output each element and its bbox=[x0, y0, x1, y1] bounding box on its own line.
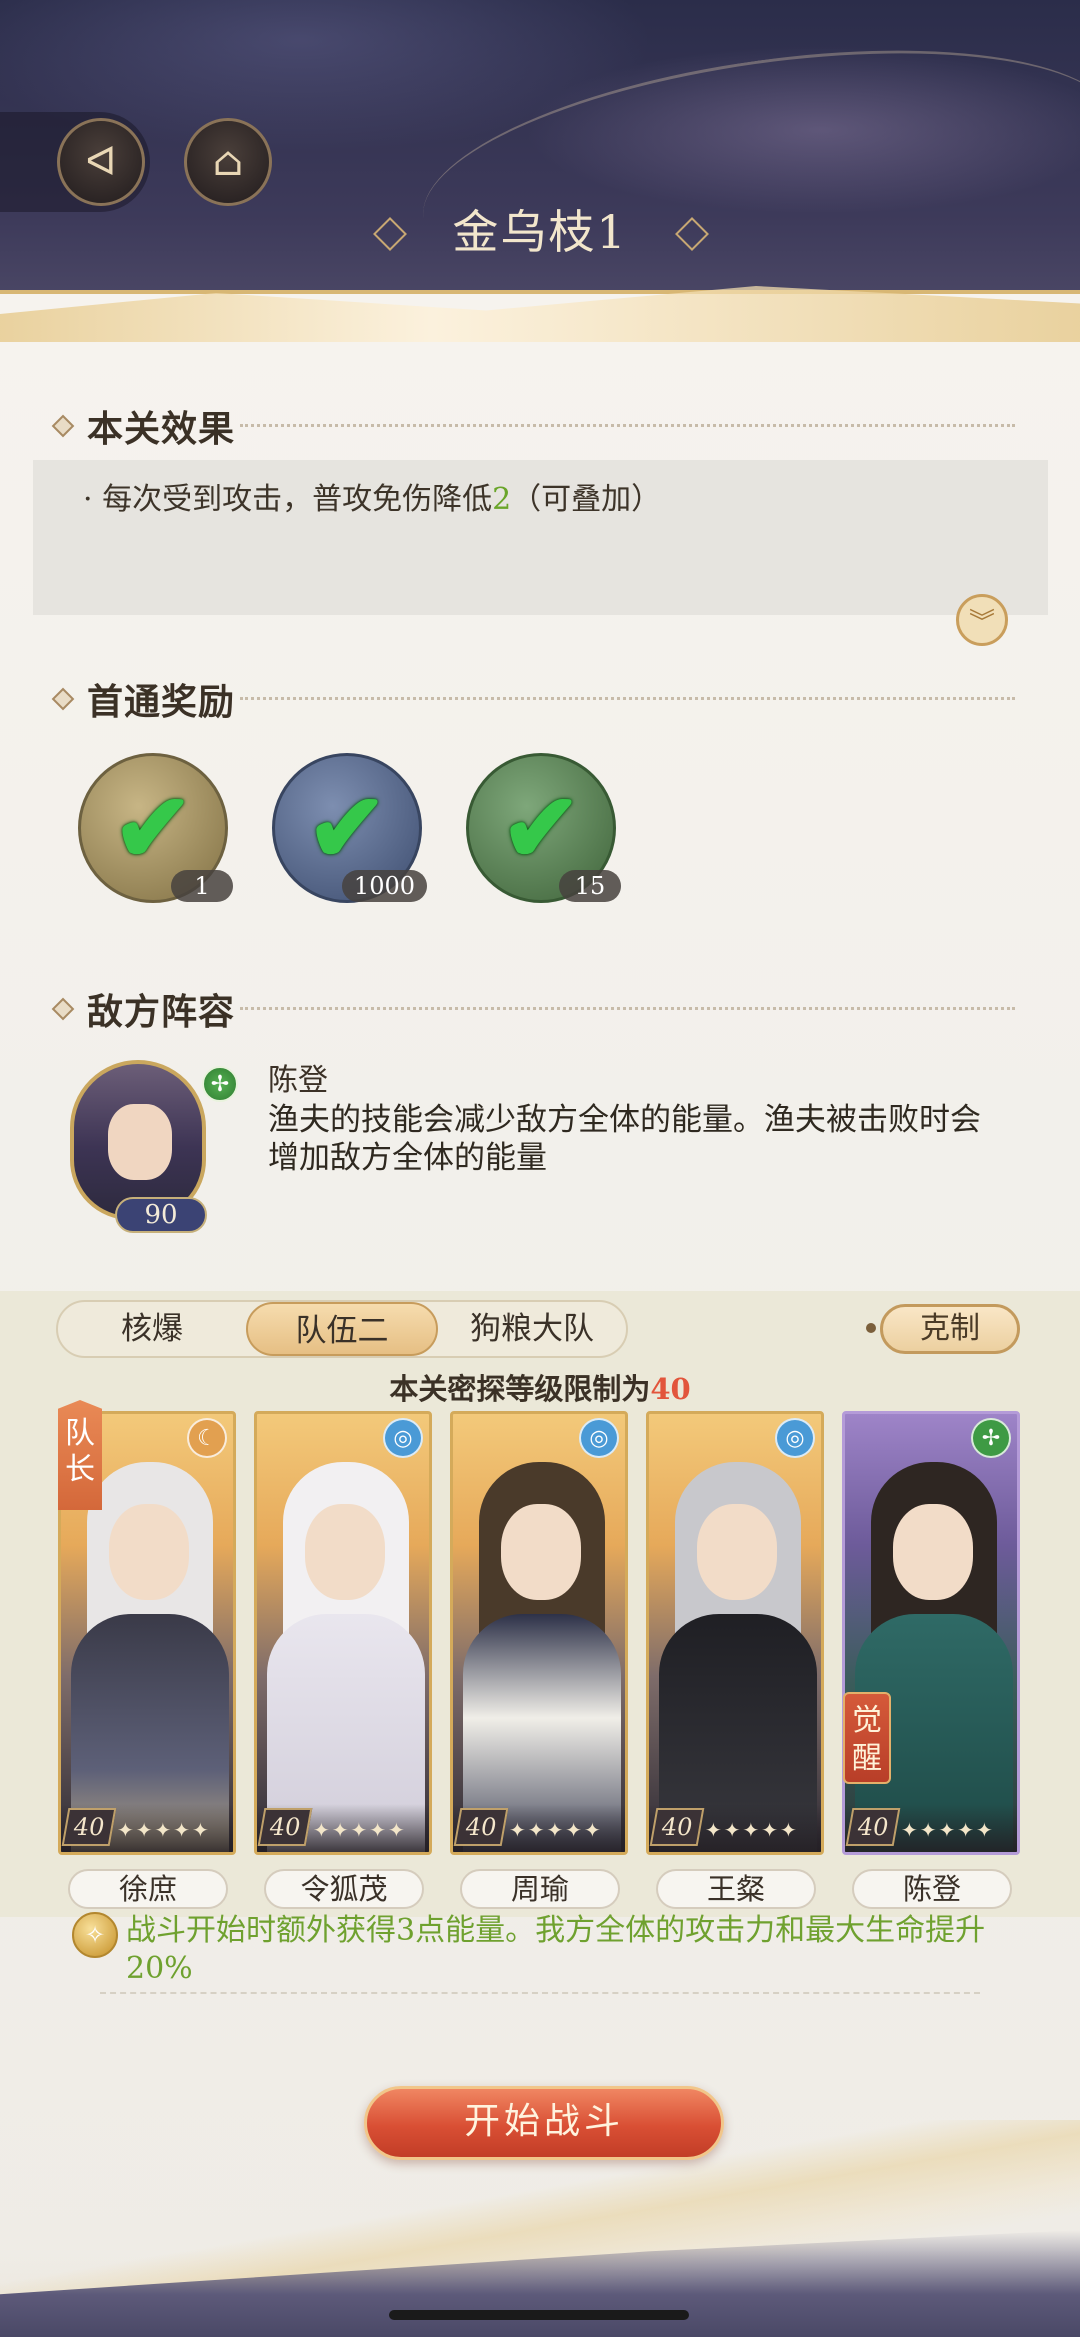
leaf-element-icon: ✢ bbox=[202, 1066, 238, 1102]
awaken-tag: 觉醒 bbox=[843, 1692, 891, 1784]
section-divider bbox=[240, 697, 1015, 700]
card-level-bar: 40 ✦✦✦✦✦ bbox=[61, 1804, 233, 1852]
star-rating: ✦✦✦✦✦ bbox=[117, 1818, 211, 1842]
member-name: 令狐茂 bbox=[264, 1869, 424, 1909]
section-divider bbox=[240, 1007, 1015, 1010]
tab-team-2[interactable]: 队伍二 bbox=[246, 1302, 438, 1356]
counter-dot bbox=[866, 1323, 876, 1333]
star-rating: ✦✦✦✦✦ bbox=[509, 1818, 603, 1842]
leader-tag: 队长 bbox=[58, 1400, 102, 1510]
team-member-card[interactable]: ✢ 40 ✦✦✦✦✦ bbox=[842, 1411, 1020, 1855]
effect-number: 2 bbox=[492, 482, 512, 517]
enemy-level-badge: 90 bbox=[115, 1197, 207, 1233]
start-battle-button[interactable]: 开始战斗 bbox=[364, 2086, 724, 2160]
member-name: 陈登 bbox=[852, 1869, 1012, 1909]
character-face bbox=[697, 1504, 777, 1600]
member-name: 王粲 bbox=[656, 1869, 816, 1909]
skill-icon[interactable]: ✧ bbox=[72, 1912, 118, 1958]
enemy-portrait[interactable] bbox=[70, 1060, 206, 1220]
page-title: 金乌枝1 bbox=[452, 205, 628, 259]
team-member-card[interactable]: ◎ 40 ✦✦✦✦✦ bbox=[646, 1411, 824, 1855]
counter-button[interactable]: 克制 bbox=[880, 1304, 1020, 1354]
rewards-heading-label: 首通奖励 bbox=[87, 681, 236, 723]
level-badge: 40 bbox=[649, 1808, 705, 1846]
skill-divider bbox=[100, 1992, 980, 1994]
effect-suffix: （可叠加） bbox=[511, 482, 662, 517]
limit-prefix: 本关密探等级限制为 bbox=[389, 1372, 651, 1406]
level-badge: 40 bbox=[453, 1808, 509, 1846]
level-limit-text: 本关密探等级限制为40 bbox=[0, 1366, 1080, 1408]
star-rating: ✦✦✦✦✦ bbox=[705, 1818, 799, 1842]
rewards-heading: 首通奖励 bbox=[51, 673, 236, 725]
team-member-card[interactable]: ◎ 40 ✦✦✦✦✦ bbox=[450, 1411, 628, 1855]
leaf-element-icon: ✢ bbox=[971, 1418, 1011, 1458]
swirl-element-icon: ◎ bbox=[383, 1418, 423, 1458]
tab-team-3[interactable]: 狗粮大队 bbox=[438, 1302, 626, 1356]
effect-box: · 每次受到攻击，普攻免伤降低2（可叠加） bbox=[33, 460, 1048, 615]
star-rating: ✦✦✦✦✦ bbox=[313, 1818, 407, 1842]
character-face bbox=[501, 1504, 581, 1600]
card-level-bar: 40 ✦✦✦✦✦ bbox=[257, 1804, 429, 1852]
diamond-icon bbox=[51, 997, 75, 1021]
check-icon: ✔ bbox=[500, 771, 582, 884]
swirl-element-icon: ◎ bbox=[775, 1418, 815, 1458]
card-level-bar: 40 ✦✦✦✦✦ bbox=[845, 1804, 1017, 1852]
team-member-card[interactable]: ◎ 40 ✦✦✦✦✦ bbox=[254, 1411, 432, 1855]
reward-count: 1000 bbox=[341, 870, 427, 902]
chevron-double-down-icon: ︾ bbox=[968, 607, 995, 638]
enemy-name: 陈登 bbox=[268, 1063, 328, 1098]
reward-item-token[interactable]: ✔ 1 bbox=[78, 753, 233, 903]
pavilion-icon: ⌂ bbox=[212, 139, 244, 185]
moon-element-icon: ☾ bbox=[187, 1418, 227, 1458]
swirl-element-icon: ◎ bbox=[579, 1418, 619, 1458]
effect-text: · 每次受到攻击，普攻免伤降低 bbox=[83, 482, 493, 517]
member-name: 周瑜 bbox=[460, 1869, 620, 1909]
card-level-bar: 40 ✦✦✦✦✦ bbox=[453, 1804, 625, 1852]
team-tabs: 核爆 队伍二 狗粮大队 bbox=[56, 1300, 628, 1358]
level-badge: 40 bbox=[61, 1808, 117, 1846]
limit-value: 40 bbox=[650, 1372, 691, 1406]
reward-item-jar[interactable]: ✔ 15 bbox=[466, 753, 621, 903]
member-name: 徐庶 bbox=[68, 1869, 228, 1909]
reward-count: 15 bbox=[559, 870, 621, 902]
effect-heading-label: 本关效果 bbox=[87, 408, 236, 450]
diamond-icon bbox=[51, 687, 75, 711]
enemy-heading: 敌方阵容 bbox=[51, 983, 236, 1035]
section-divider bbox=[240, 424, 1015, 427]
reward-item-coin[interactable]: ✔ 1000 bbox=[272, 753, 427, 903]
reward-count: 1 bbox=[171, 870, 233, 902]
leader-skill-text: 战斗开始时额外获得3点能量。我方全体的攻击力和最大生命提升20% bbox=[126, 1913, 986, 1986]
tab-team-1[interactable]: 核爆 bbox=[58, 1302, 246, 1356]
home-indicator bbox=[389, 2310, 689, 2320]
expand-button[interactable]: ︾ bbox=[956, 594, 1008, 646]
character-face bbox=[305, 1504, 385, 1600]
card-level-bar: 40 ✦✦✦✦✦ bbox=[649, 1804, 821, 1852]
check-icon: ✔ bbox=[112, 771, 194, 884]
portrait-face bbox=[108, 1104, 172, 1180]
diamond-icon bbox=[51, 414, 75, 438]
home-button[interactable]: ⌂ bbox=[184, 118, 272, 206]
back-arrow-icon: ᐊ bbox=[85, 139, 117, 185]
back-button[interactable]: ᐊ bbox=[57, 118, 145, 206]
character-face bbox=[109, 1504, 189, 1600]
check-icon: ✔ bbox=[306, 771, 388, 884]
sky-swirl-decoration bbox=[408, 12, 1080, 328]
level-badge: 40 bbox=[845, 1808, 901, 1846]
character-face bbox=[893, 1504, 973, 1600]
star-rating: ✦✦✦✦✦ bbox=[901, 1818, 995, 1842]
enemy-description: 渔夫的技能会减少敌方全体的能量。渔夫被击败时会增加敌方全体的能量 bbox=[268, 1102, 981, 1176]
enemy-heading-label: 敌方阵容 bbox=[87, 991, 236, 1033]
level-badge: 40 bbox=[257, 1808, 313, 1846]
effect-heading: 本关效果 bbox=[51, 400, 236, 452]
